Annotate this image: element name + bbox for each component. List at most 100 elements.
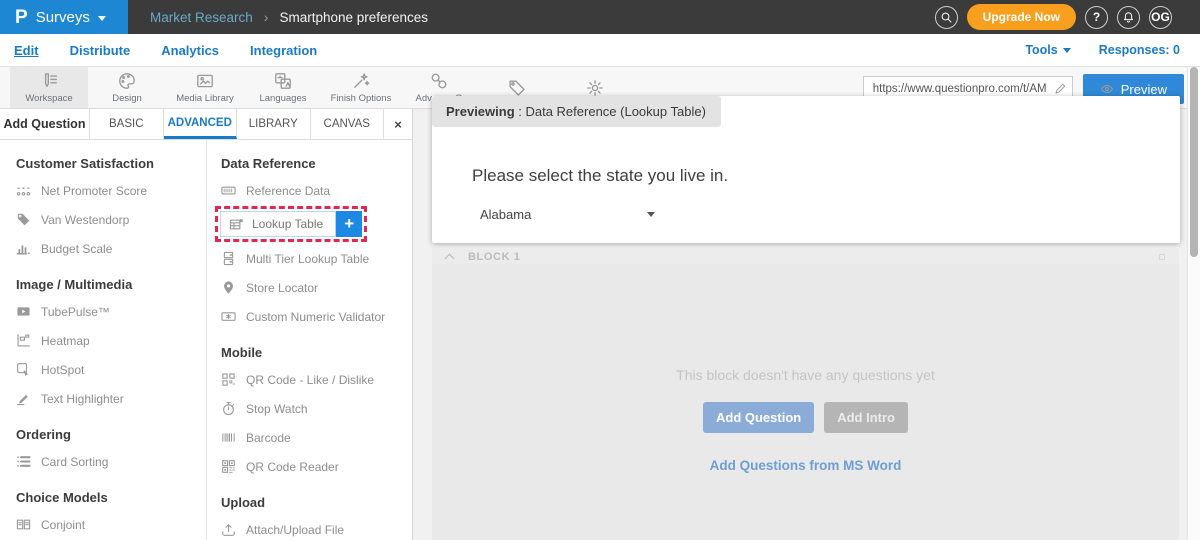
tab-advanced[interactable]: ADVANCED: [164, 109, 238, 139]
question-type-card-sorting[interactable]: Card Sorting: [16, 447, 206, 476]
stopwatch-icon: [221, 401, 236, 416]
eye-icon: [1100, 82, 1114, 96]
question-types-panel: Add Question BASICADVANCEDLIBRARYCANVAS …: [0, 109, 413, 540]
preview-question-text: Please select the state you live in.: [472, 166, 728, 186]
breadcrumb-folder[interactable]: Market Research: [150, 10, 253, 25]
reference-data-icon: [221, 183, 236, 198]
questionpro-logo-icon: P: [15, 8, 28, 27]
item-label: TubePulse™: [41, 305, 110, 319]
section-header-upload: Upload: [221, 495, 412, 510]
add-intro-button[interactable]: Add Intro: [824, 402, 908, 433]
add-questions-ms-word-link[interactable]: Add Questions from MS Word: [432, 458, 1179, 473]
question-type-tubepulse[interactable]: TubePulse™: [16, 297, 206, 326]
tab-basic[interactable]: BASIC: [90, 109, 164, 139]
question-type-barcode[interactable]: Barcode: [221, 423, 412, 452]
search-button[interactable]: [935, 6, 958, 29]
question-type-net-promoter-score[interactable]: Net Promoter Score: [16, 176, 206, 205]
lookup-table-button[interactable]: Lookup Table: [220, 211, 336, 237]
hotspot-icon: [16, 362, 31, 377]
tab-canvas[interactable]: CANVAS: [311, 109, 385, 139]
tag-icon: [508, 79, 526, 97]
edit-url-icon[interactable]: [1054, 82, 1067, 95]
state-dropdown-value: Alabama: [480, 207, 531, 222]
add-question-tab[interactable]: Add Question: [0, 109, 90, 139]
state-dropdown[interactable]: Alabama: [480, 207, 655, 222]
question-type-heatmap[interactable]: Heatmap: [16, 326, 206, 355]
question-type-stop-watch[interactable]: Stop Watch: [221, 394, 412, 423]
workspace-icon: [40, 72, 58, 90]
previewing-label: Previewing: [446, 104, 515, 119]
design-icon: [118, 72, 136, 90]
question-type-hotspot[interactable]: HotSpot: [16, 355, 206, 384]
numeric-validator-icon: [221, 309, 236, 324]
section-header-ordering: Ordering: [16, 427, 206, 442]
panel-column-1: Customer Satisfaction Net Promoter ScoreV…: [0, 140, 206, 540]
toolbar-workspace[interactable]: Workspace: [10, 67, 88, 108]
question-type-attach-upload-file[interactable]: Attach/Upload File: [221, 515, 412, 540]
scrollbar-thumb[interactable]: [1190, 67, 1198, 257]
block-title: BLOCK 1: [468, 251, 520, 263]
barcode-icon: [221, 430, 236, 445]
multi-tier-lookup-icon: [221, 251, 236, 266]
menu-distribute[interactable]: Distribute: [70, 43, 131, 58]
question-type-qr-code-like-dislike[interactable]: QR Code - Like / Dislike: [221, 365, 412, 394]
menu-integration[interactable]: Integration: [250, 43, 317, 58]
tab-library[interactable]: LIBRARY: [237, 109, 311, 139]
section-header-choice-models: Choice Models: [16, 490, 206, 505]
breadcrumb: Market Research › Smartphone preferences: [128, 0, 428, 34]
question-type-store-locator[interactable]: Store Locator: [221, 273, 412, 302]
section-header-image-multimedia: Image / Multimedia: [16, 277, 206, 292]
finish-options-icon: [352, 72, 370, 90]
empty-block-message: This block doesn't have any questions ye…: [432, 264, 1179, 383]
responses-count[interactable]: Responses: 0: [1099, 43, 1180, 57]
panel-tabs: BASICADVANCEDLIBRARYCANVAS: [90, 109, 384, 139]
breadcrumb-separator: ›: [264, 9, 269, 25]
collapse-block-icon[interactable]: [445, 253, 455, 263]
question-type-custom-numeric-validator[interactable]: Custom Numeric Validator: [221, 302, 412, 331]
question-type-budget-scale[interactable]: Budget Scale: [16, 234, 206, 263]
notifications-button[interactable]: [1117, 6, 1140, 29]
section-header-data-reference: Data Reference: [221, 156, 412, 171]
menu-edit[interactable]: Edit: [14, 43, 39, 58]
item-label: Custom Numeric Validator: [246, 310, 385, 324]
highlighted-lookup-table[interactable]: Lookup Table+: [215, 206, 367, 242]
help-button[interactable]: ?: [1085, 6, 1108, 29]
scrollbar-track[interactable]: [1187, 67, 1200, 540]
add-question-button[interactable]: Add Question: [703, 402, 814, 433]
section-header-customer-satisfaction: Customer Satisfaction: [16, 156, 206, 171]
toolbar-label: Languages: [259, 93, 306, 104]
toolbar-languages[interactable]: Languages: [244, 67, 322, 108]
upgrade-now-button[interactable]: Upgrade Now: [967, 4, 1076, 30]
item-label: Reference Data: [246, 184, 330, 198]
languages-icon: [274, 72, 292, 90]
question-type-text-highlighter[interactable]: Text Highlighter: [16, 384, 206, 413]
tools-menu[interactable]: Tools: [1025, 43, 1070, 57]
text-highlighter-icon: [16, 391, 31, 406]
menu-analytics[interactable]: Analytics: [161, 43, 219, 58]
question-type-reference-data[interactable]: Reference Data: [221, 176, 412, 205]
block-body: This block doesn't have any questions ye…: [432, 264, 1179, 540]
tools-label: Tools: [1025, 43, 1057, 57]
item-label: QR Code - Like / Dislike: [246, 373, 374, 387]
toolbar-finish-options[interactable]: Finish Options: [322, 67, 400, 108]
toolbar-media-library[interactable]: Media Library: [166, 67, 244, 108]
avatar[interactable]: OG: [1149, 6, 1172, 29]
question-type-multi-tier-lookup-table[interactable]: Multi Tier Lookup Table: [221, 244, 412, 273]
product-switcher[interactable]: P Surveys: [0, 0, 128, 34]
upload-icon: [221, 522, 236, 537]
block-action-icon[interactable]: [1159, 254, 1165, 260]
toolbar-label: Finish Options: [331, 93, 392, 104]
add-lookup-table-button[interactable]: +: [336, 211, 362, 237]
product-name: Surveys: [36, 9, 90, 26]
close-panel-button[interactable]: ×: [384, 109, 412, 139]
question-type-van-westendorp[interactable]: Van Westendorp: [16, 205, 206, 234]
toolbar-design[interactable]: Design: [88, 67, 166, 108]
question-type-qr-code-reader[interactable]: QR Code Reader: [221, 452, 412, 481]
topbar-actions: Upgrade Now ? OG: [935, 0, 1200, 34]
preview-label: Preview: [1121, 82, 1167, 97]
question-type-conjoint[interactable]: Conjoint: [16, 510, 206, 539]
conjoint-icon: [16, 517, 31, 532]
lookup-table-icon: [229, 217, 244, 232]
item-label: Attach/Upload File: [246, 523, 344, 537]
menubar-right: Tools Responses: 0: [1025, 43, 1186, 57]
